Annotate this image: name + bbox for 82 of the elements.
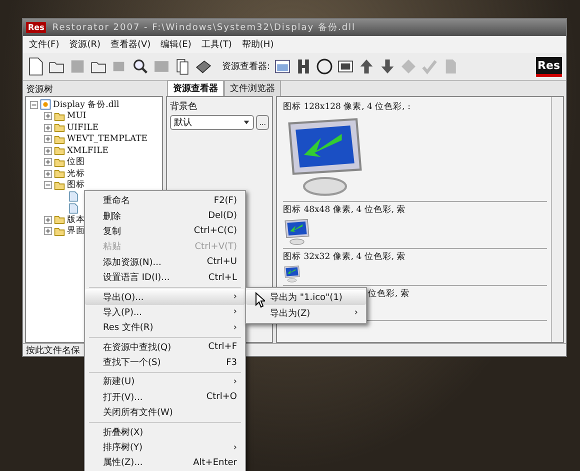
- menu-item[interactable]: 帮助(H): [242, 38, 274, 51]
- image-view-icon[interactable]: [274, 57, 292, 76]
- tree-item[interactable]: XMLFILE: [67, 146, 109, 156]
- background-dropdown[interactable]: 默认: [170, 115, 254, 130]
- menu-item[interactable]: 关闭所有文件(W): [85, 405, 245, 420]
- monitor-icon: [283, 218, 311, 246]
- expander-icon[interactable]: [44, 170, 52, 178]
- viewer-label: 资源查看器:: [222, 60, 270, 73]
- menu-item[interactable]: 导出为 "1.ico"(1): [246, 290, 366, 306]
- tree-item[interactable]: 光标: [67, 168, 85, 180]
- tab[interactable]: 资源查看器: [167, 80, 224, 96]
- folder-icon: [54, 134, 65, 145]
- tree-item[interactable]: 界面: [67, 225, 85, 238]
- expander-icon[interactable]: [30, 100, 38, 109]
- icon-caption: 图标 48x48 像素, 4 位色彩, 索: [283, 204, 407, 216]
- expander-icon[interactable]: [44, 146, 52, 155]
- arrow-up-icon[interactable]: [358, 57, 376, 76]
- menu-item[interactable]: 设置语言 ID(I)... Ctrl+L: [85, 270, 245, 286]
- menu-item[interactable]: 导出(O)... ›: [85, 289, 245, 305]
- window-title: Restorator 2007 - F:\Windows\System32\Display 备份.dll: [52, 22, 356, 34]
- dropdown-arrow-icon: [243, 119, 250, 126]
- menu-item[interactable]: 导入(P)... ›: [85, 304, 245, 320]
- icon-caption: 图标 128x128 像素, 4 位色彩, :: [283, 101, 412, 113]
- pages-icon[interactable]: [174, 57, 191, 76]
- expander-icon[interactable]: [44, 158, 52, 166]
- search-icon[interactable]: [132, 57, 149, 76]
- tree-item[interactable]: UIFILE: [67, 122, 99, 133]
- mouse-cursor-icon: [255, 292, 265, 308]
- icon-caption: 图标 32x32 像素, 4 位色彩, 索: [283, 251, 407, 263]
- tree-item[interactable]: WEVT_TEMPLATE: [67, 134, 148, 144]
- menu-item[interactable]: 在资源中查找(Q) Ctrl+F: [85, 340, 245, 355]
- menu-item[interactable]: 编辑(E): [160, 38, 192, 51]
- menu-item[interactable]: 资源(R): [69, 38, 100, 51]
- menu-item[interactable]: 添加资源(N)... Ctrl+U: [85, 254, 245, 270]
- tree-item[interactable]: 位图: [67, 156, 85, 168]
- menu-item[interactable]: Res 文件(R) ›: [85, 320, 245, 336]
- app-logo-icon: Res: [26, 22, 46, 33]
- menu-item[interactable]: 复制 Ctrl+C(C): [85, 224, 245, 240]
- brand-logo: Res: [536, 56, 562, 76]
- file-icon: [40, 99, 51, 110]
- expander-icon[interactable]: [44, 112, 52, 120]
- folder-icon: [54, 226, 65, 237]
- menu-item[interactable]: 文件(F): [29, 38, 60, 51]
- background-label: 背景色: [170, 100, 198, 113]
- expander-icon[interactable]: [44, 216, 52, 224]
- tree-item[interactable]: 图标: [67, 179, 85, 192]
- more-button[interactable]: ...: [256, 115, 269, 130]
- menu-item[interactable]: 重命名 F2(F): [85, 193, 245, 208]
- menu-item[interactable]: 折叠树(X): [85, 424, 245, 440]
- scrollbar[interactable]: [551, 97, 563, 342]
- monitor-icon: [283, 265, 301, 283]
- menu-item[interactable]: 查找下一个(S) F3: [85, 354, 245, 370]
- menu-item[interactable]: 排序树(Y) ›: [85, 440, 245, 456]
- menu-item[interactable]: 导出为(Z) ›: [246, 305, 366, 321]
- tree-item[interactable]: 版本: [67, 214, 85, 226]
- new-file-icon[interactable]: [27, 57, 44, 76]
- menu-item[interactable]: 删除 Del(D): [85, 208, 245, 224]
- status-text: 按此文件名保: [26, 346, 80, 356]
- document-icon[interactable]: [68, 202, 79, 214]
- menu-item[interactable]: 工具(T): [201, 38, 232, 51]
- tree-item[interactable]: Display 备份.dll: [53, 98, 120, 111]
- panel-title: 资源树: [25, 84, 54, 96]
- folder-icon: [54, 145, 65, 156]
- tab[interactable]: 文件浏览器: [224, 80, 281, 96]
- expander-icon[interactable]: [44, 227, 52, 236]
- folder-icon: [54, 156, 65, 168]
- menu-item[interactable]: 打开(V)... Ctrl+O: [85, 390, 245, 406]
- menu-item[interactable]: 属性(Z)... Alt+Enter: [85, 455, 245, 471]
- icon-caption: 位色彩, 索: [368, 288, 410, 300]
- folder-icon: [54, 122, 65, 134]
- document-icon[interactable]: [68, 191, 79, 202]
- expander-icon[interactable]: [44, 181, 52, 190]
- folder-icon: [54, 110, 65, 122]
- tree-item[interactable]: MUI: [67, 111, 86, 122]
- folder-icon: [54, 214, 65, 226]
- folder-icon: [54, 168, 65, 180]
- expander-icon[interactable]: [44, 124, 52, 132]
- arrow-down-icon[interactable]: [379, 57, 396, 76]
- menu-item[interactable]: 查看器(V): [110, 38, 151, 51]
- expander-icon[interactable]: [44, 135, 52, 144]
- menu-item[interactable]: 新建(U) ›: [85, 374, 245, 390]
- folder-icon: [54, 180, 65, 191]
